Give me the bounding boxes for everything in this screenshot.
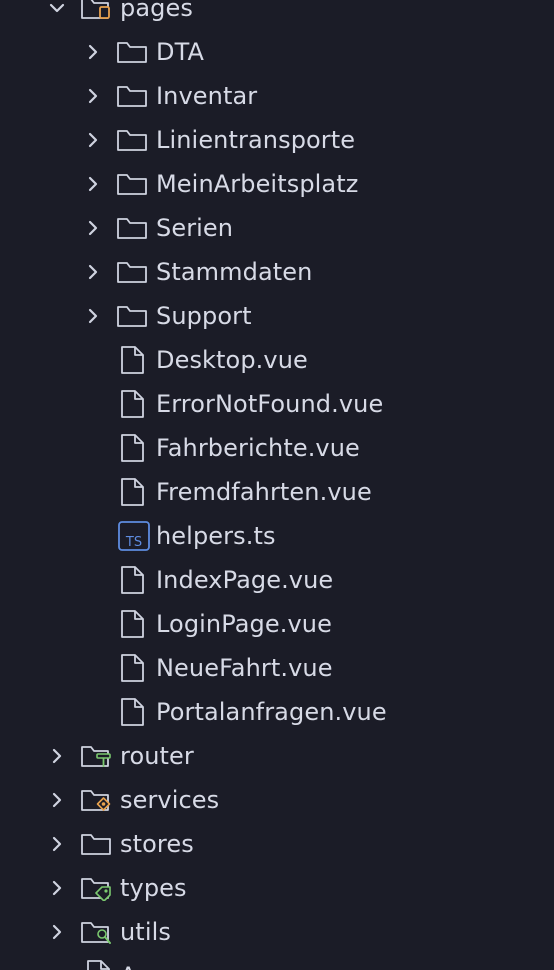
tree-item-loginpage-vue[interactable]: LoginPage.vue	[0, 602, 554, 646]
utils-folder-icon	[81, 922, 111, 944]
folder-icon	[117, 174, 147, 195]
file-explorer-tree: pages DTA Inventar Linientransporte Mein…	[0, 0, 554, 970]
tree-item-portalanfragen-vue[interactable]: Portalanfragen.vue	[0, 690, 554, 734]
folder-icon	[117, 218, 147, 239]
tree-item-label: Linientransporte	[156, 126, 356, 154]
file-icon	[121, 346, 144, 374]
tree-item-label: Fremdfahrten.vue	[156, 478, 372, 506]
tree-item-support[interactable]: Support	[0, 294, 554, 338]
tree-item-label: IndexPage.vue	[156, 566, 334, 594]
chevron-right-icon[interactable]	[84, 175, 102, 193]
types-folder-icon	[81, 878, 111, 901]
tree-item-helpers-ts[interactable]: TS helpers.ts	[0, 514, 554, 558]
tree-item-label: helpers.ts	[156, 522, 276, 550]
tree-item-types[interactable]: types	[0, 866, 554, 910]
tree-item-label: router	[120, 742, 194, 770]
tree-item-pages[interactable]: pages	[0, 0, 554, 30]
services-folder-icon	[81, 790, 111, 811]
tree-item-services[interactable]: services	[0, 778, 554, 822]
tree-item-label: Inventar	[156, 82, 258, 110]
tree-item-serien[interactable]: Serien	[0, 206, 554, 250]
tree-item-label: Fahrberichte.vue	[156, 434, 360, 462]
folder-icon	[117, 306, 147, 327]
chevron-right-icon[interactable]	[84, 307, 102, 325]
tree-item-dta[interactable]: DTA	[0, 30, 554, 74]
tree-item-fremdfahrten-vue[interactable]: Fremdfahrten.vue	[0, 470, 554, 514]
tree-item-utils[interactable]: utils	[0, 910, 554, 954]
tree-item-label: MeinArbeitsplatz	[156, 170, 359, 198]
tree-item-stammdaten[interactable]: Stammdaten	[0, 250, 554, 294]
tree-item-label: Serien	[156, 214, 234, 242]
file-icon	[121, 698, 144, 726]
tree-item-label: types	[120, 874, 187, 902]
tree-item-indexpage-vue[interactable]: IndexPage.vue	[0, 558, 554, 602]
tree-item-label: Stammdaten	[156, 258, 313, 286]
chevron-right-icon[interactable]	[48, 923, 66, 941]
tree-item-label: Desktop.vue	[156, 346, 308, 374]
chevron-right-icon[interactable]	[84, 219, 102, 237]
tree-item-errornotfound-vue[interactable]: ErrorNotFound.vue	[0, 382, 554, 426]
tree-item-label: services	[120, 786, 220, 814]
folder-icon	[117, 86, 147, 107]
tree-item-inventar[interactable]: Inventar	[0, 74, 554, 118]
tree-item-label: DTA	[156, 38, 204, 66]
folder-open-icon	[81, 0, 110, 19]
tree-item-label: utils	[120, 918, 171, 946]
file-icon	[121, 610, 144, 638]
file-icon	[121, 566, 144, 594]
tree-item-label: ErrorNotFound.vue	[156, 390, 384, 418]
tree-item-router[interactable]: router	[0, 734, 554, 778]
file-icon	[121, 434, 144, 462]
folder-icon	[117, 42, 147, 63]
tree-item-label: A	[120, 961, 137, 970]
chevron-right-icon[interactable]	[48, 747, 66, 765]
chevron-right-icon[interactable]	[84, 131, 102, 149]
router-folder-icon	[81, 746, 111, 767]
tree-item-desktop-vue[interactable]: Desktop.vue	[0, 338, 554, 382]
typescript-file-icon: TS	[118, 521, 150, 551]
chevron-right-icon[interactable]	[84, 43, 102, 61]
tree-item-label: LoginPage.vue	[156, 610, 332, 638]
chevron-down-icon[interactable]	[48, 0, 66, 17]
svg-text:TS: TS	[125, 535, 142, 550]
file-icon	[121, 654, 144, 682]
folder-icon	[117, 130, 147, 151]
tree-item-label: pages	[120, 0, 193, 22]
tree-item-fahrberichte-vue[interactable]: Fahrberichte.vue	[0, 426, 554, 470]
file-icon	[87, 960, 110, 970]
tree-item-neuefahrt-vue[interactable]: NeueFahrt.vue	[0, 646, 554, 690]
file-icon	[121, 390, 144, 418]
chevron-right-icon[interactable]	[84, 263, 102, 281]
file-icon	[121, 478, 144, 506]
tree-item-label: Support	[156, 302, 252, 330]
tree-item-linientransporte[interactable]: Linientransporte	[0, 118, 554, 162]
tree-item-label: NeueFahrt.vue	[156, 654, 333, 682]
chevron-right-icon[interactable]	[48, 791, 66, 809]
chevron-right-icon[interactable]	[48, 879, 66, 897]
tree-item-label: Portalanfragen.vue	[156, 698, 387, 726]
tree-item-partial[interactable]: A	[0, 954, 554, 970]
tree-item-meinarbeitsplatz[interactable]: MeinArbeitsplatz	[0, 162, 554, 206]
chevron-right-icon[interactable]	[84, 87, 102, 105]
tree-item-label: stores	[120, 830, 194, 858]
tree-item-stores[interactable]: stores	[0, 822, 554, 866]
folder-icon	[81, 834, 111, 855]
folder-icon	[117, 262, 147, 283]
chevron-right-icon[interactable]	[48, 835, 66, 853]
